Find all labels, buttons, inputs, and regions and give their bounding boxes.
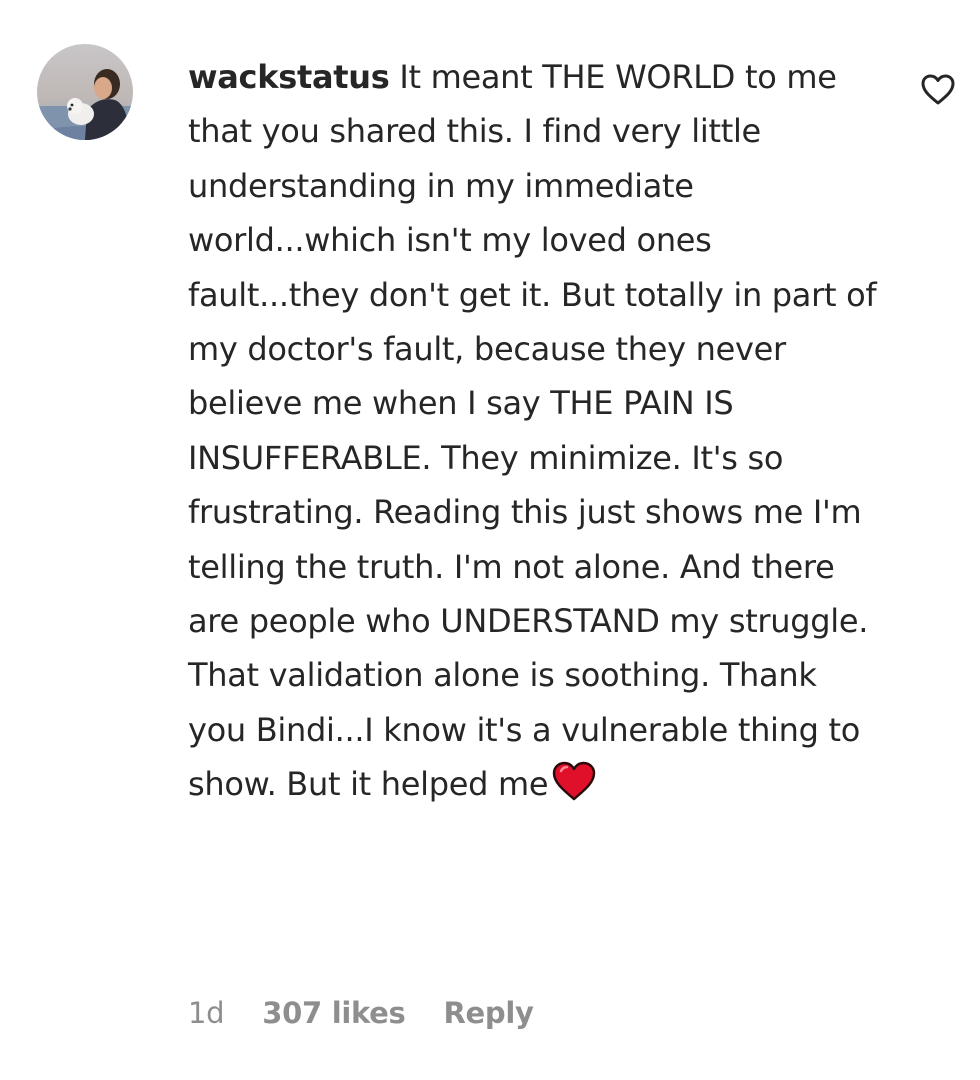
comment-likes[interactable]: 307 likes xyxy=(262,996,406,1030)
comment-time: 1d xyxy=(188,996,225,1030)
comment-meta: 1d 307 likes Reply xyxy=(188,996,534,1030)
comment: wackstatus It meant THE WORLD to me that… xyxy=(0,0,980,1080)
avatar[interactable] xyxy=(37,44,133,140)
reply-button[interactable]: Reply xyxy=(444,996,534,1030)
red-heart-icon xyxy=(552,761,596,817)
heart-outline-icon[interactable] xyxy=(920,72,956,108)
comment-username[interactable]: wackstatus xyxy=(188,58,390,96)
comment-text: It meant THE WORLD to me that you shared… xyxy=(188,58,877,804)
comment-body: wackstatus It meant THE WORLD to me that… xyxy=(188,50,878,818)
